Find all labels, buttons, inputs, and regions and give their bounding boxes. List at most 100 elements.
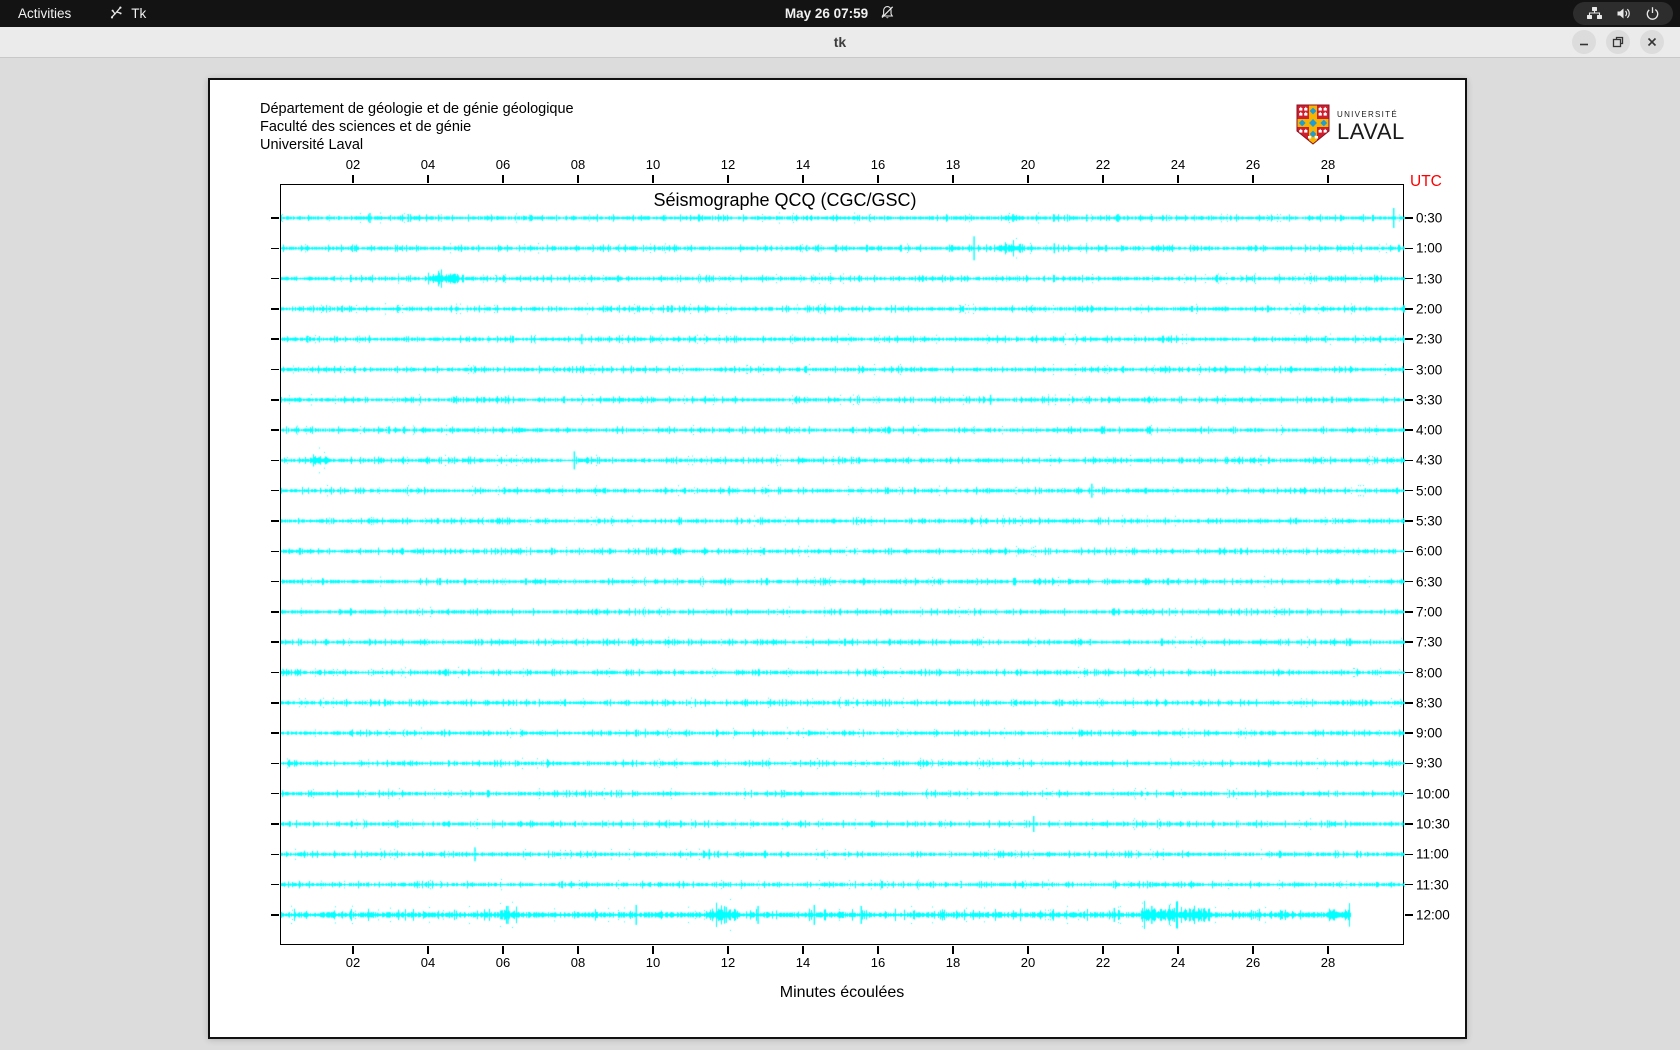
x-axis-tick	[802, 175, 804, 183]
trace-tick	[1405, 368, 1413, 371]
x-axis-tick	[952, 946, 954, 954]
x-axis-tick-label: 08	[570, 157, 586, 172]
trace-tick	[1405, 671, 1413, 674]
x-axis-tick	[427, 946, 429, 954]
system-status-area[interactable]	[1573, 2, 1673, 25]
x-axis-tick	[877, 175, 879, 183]
x-axis-tick	[1102, 946, 1104, 954]
logo-wordmark-top: UNIVERSITÉ	[1337, 110, 1399, 119]
trace-tick	[271, 580, 279, 583]
network-icon	[1586, 6, 1603, 21]
trace-tick	[1405, 550, 1413, 553]
x-axis-tick-label: 24	[1170, 157, 1186, 172]
helicorder-plot: UTC 02 02 04 04 06 06 08 08 10 10 12 12 14 14 16 16 18 18…	[271, 157, 1450, 970]
trace-tick	[1405, 914, 1413, 916]
x-axis-tick-label: 28	[1320, 157, 1336, 172]
x-axis-tick-label: 24	[1170, 955, 1186, 970]
maximize-button[interactable]	[1606, 30, 1630, 54]
x-axis-tick-label: 26	[1245, 955, 1261, 970]
trace-tick	[271, 611, 279, 613]
trace-time-label: 1:30	[1416, 271, 1443, 287]
trace-tick	[271, 823, 279, 825]
x-axis-tick-label: 16	[870, 157, 886, 172]
x-axis-tick-label: 14	[795, 955, 811, 970]
trace-tick	[1405, 823, 1413, 825]
x-axis-tick-label: 06	[495, 157, 511, 172]
x-axis-tick-label: 28	[1320, 955, 1336, 970]
x-axis-tick	[1327, 946, 1329, 954]
x-axis-tick	[1027, 946, 1029, 954]
trace-time-label: 11:00	[1416, 846, 1449, 862]
trace-time-label: 4:30	[1416, 452, 1443, 468]
trace-tick	[1405, 853, 1413, 856]
x-axis-tick	[652, 175, 654, 183]
x-axis-tick-label: 16	[870, 955, 886, 970]
trace-tick	[271, 399, 279, 401]
institution-line: Département de géologie et de génie géol…	[260, 101, 574, 117]
trace-tick	[1405, 429, 1413, 431]
trace-time-label: 8:30	[1416, 695, 1443, 711]
x-axis-tick-label: 12	[720, 157, 736, 172]
trace-tick	[1405, 732, 1413, 734]
institution-line: Université Laval	[260, 137, 364, 153]
x-axis-tick-label: 18	[945, 157, 961, 172]
x-axis-tick	[502, 175, 504, 183]
trace-tick	[271, 732, 279, 734]
x-axis-tick-label: 02	[345, 157, 361, 172]
trace-time-label: 6:00	[1416, 543, 1443, 559]
notifications-off-icon	[880, 5, 895, 23]
clock-label: May 26 07:59	[784, 6, 869, 21]
trace-tick	[1405, 641, 1413, 643]
trace-time-label: 2:30	[1416, 331, 1443, 347]
seismograph-window: Département de géologie et de génie géol…	[208, 78, 1467, 1039]
trace-tick	[1405, 338, 1413, 340]
trace-tick	[271, 277, 279, 280]
power-icon	[1645, 6, 1660, 21]
trace-tick	[1405, 399, 1413, 401]
close-button[interactable]	[1640, 30, 1664, 54]
x-axis-tick	[577, 175, 579, 183]
trace-time-label: 11:30	[1416, 877, 1449, 893]
trace-time-label: 10:00	[1416, 786, 1450, 802]
minimize-button[interactable]	[1572, 30, 1596, 54]
activities-button[interactable]: Activities	[18, 6, 71, 21]
x-axis-tick	[502, 946, 504, 954]
trace-tick	[1405, 883, 1413, 886]
window-titlebar[interactable]: tk	[0, 27, 1680, 58]
trace-time-label: 0:30	[1416, 210, 1443, 226]
trace-tick	[271, 308, 279, 310]
app-menu[interactable]: Tk	[109, 5, 146, 23]
x-axis-tick	[1327, 175, 1329, 183]
trace-tick	[1405, 308, 1413, 310]
clock-menu[interactable]: May 26 07:59	[785, 5, 895, 23]
trace-tick	[1405, 277, 1413, 280]
institution-header: Département de géologie et de génie géol…	[260, 100, 574, 154]
x-axis-tick	[727, 946, 729, 954]
trace-tick	[271, 217, 279, 219]
x-axis-tick-label: 10	[645, 157, 661, 172]
trace-time-label: 12:00	[1416, 907, 1450, 923]
trace-time-label: 5:00	[1416, 483, 1443, 499]
trace-tick	[271, 550, 279, 553]
x-axis-tick-label: 10	[645, 955, 661, 970]
trace-time-label: 7:00	[1416, 604, 1443, 620]
trace-tick	[271, 853, 279, 856]
desktop: { "topbar": { "activities": "Activities"…	[0, 0, 1680, 1050]
trace-tick	[271, 883, 279, 886]
universite-laval-logo: UNIVERSITÉ LAVAL	[1296, 104, 1405, 150]
x-axis-tick-label: 08	[570, 955, 586, 970]
trace-time-label: 2:00	[1416, 301, 1443, 317]
trace-tick	[271, 641, 279, 643]
trace-time-label: 3:00	[1416, 362, 1443, 377]
x-axis-tick	[652, 946, 654, 954]
trace-tick	[271, 671, 279, 674]
trace-time-label: 9:30	[1416, 755, 1443, 771]
x-axis-tick	[427, 175, 429, 183]
x-axis-tick	[352, 946, 354, 954]
trace-time-label: 10:30	[1416, 816, 1450, 832]
trace-tick	[271, 429, 279, 431]
x-axis-tick-label: 02	[345, 955, 361, 970]
x-axis-tick-label: 12	[720, 955, 736, 970]
institution-line: Faculté des sciences et de génie	[260, 119, 472, 135]
x-axis-tick-label: 14	[795, 157, 811, 172]
